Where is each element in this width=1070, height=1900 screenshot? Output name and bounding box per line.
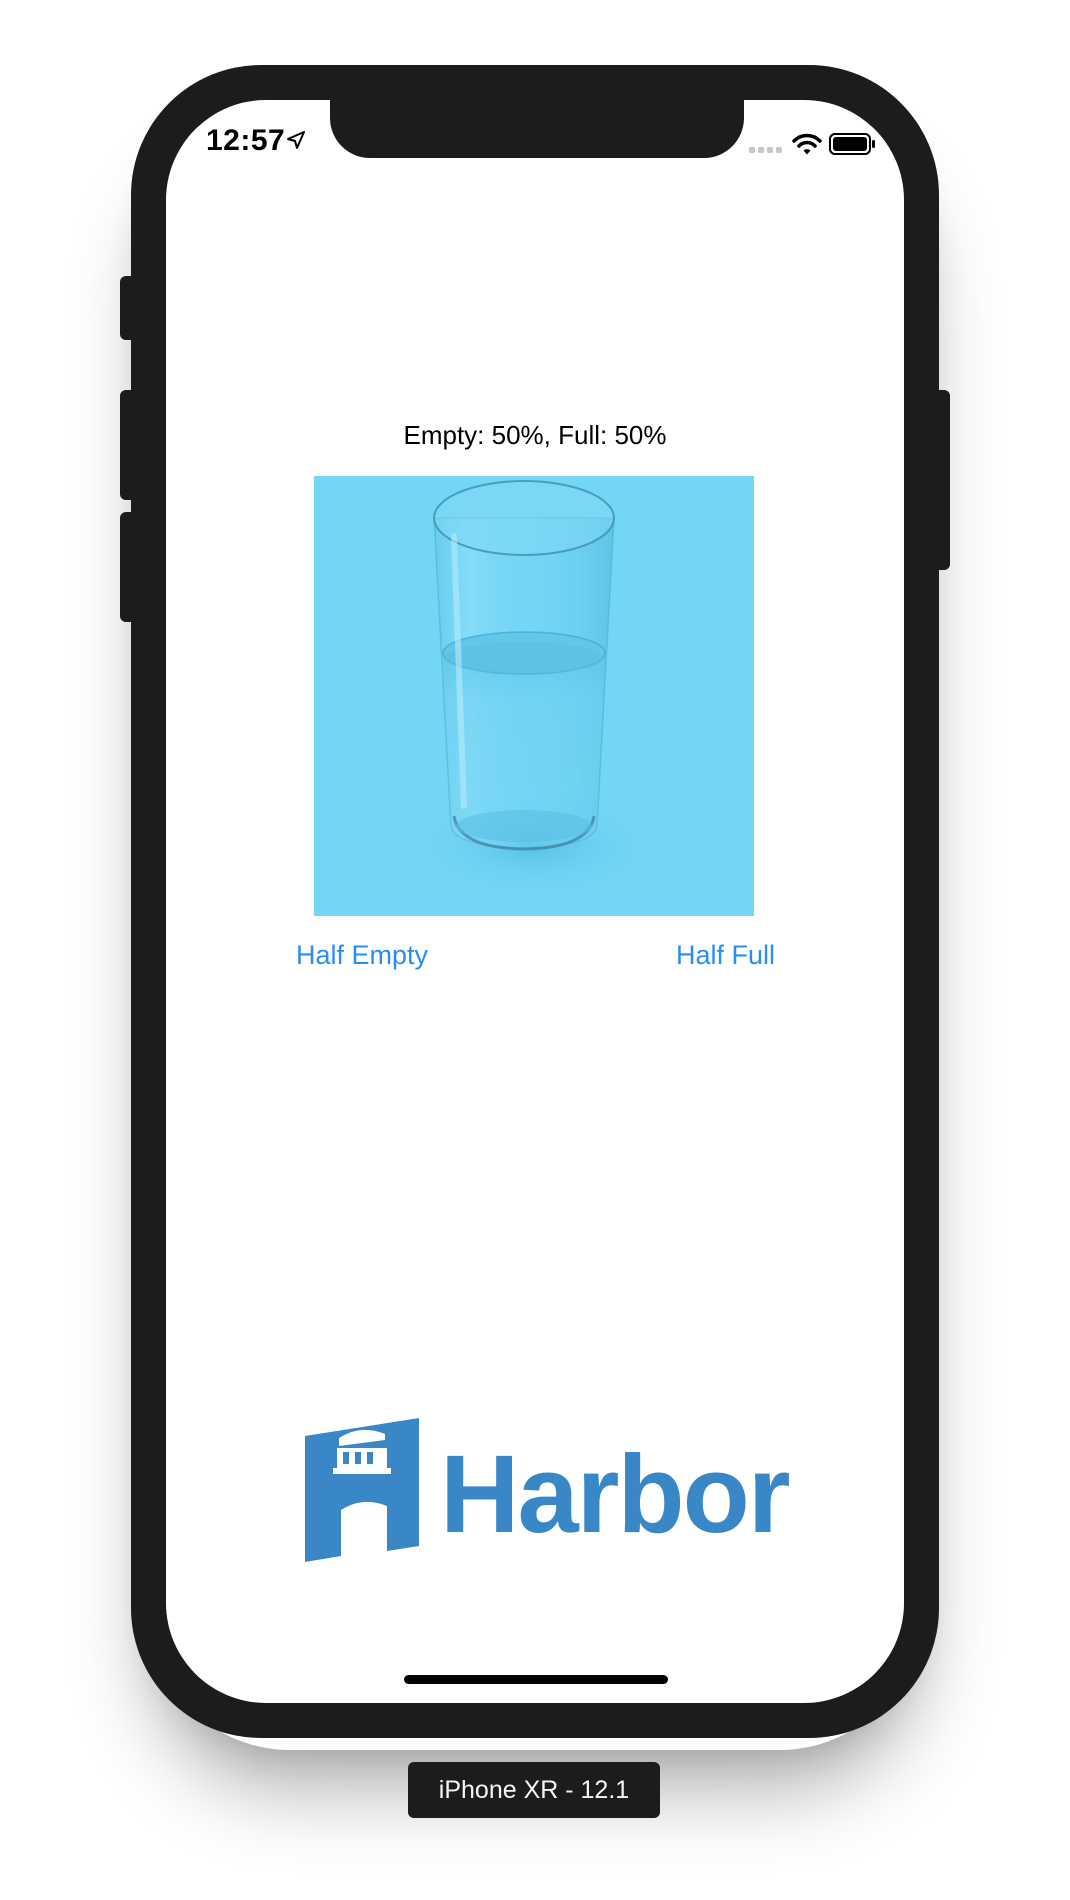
cellular-signal-icon — [749, 147, 782, 153]
half-empty-button[interactable]: Half Empty — [296, 940, 428, 971]
location-arrow-icon — [287, 131, 305, 149]
fill-percentage-label: Empty: 50%, Full: 50% — [403, 420, 667, 450]
harbor-logo-text: Harbor — [440, 1433, 791, 1556]
glass-image — [314, 476, 754, 916]
battery-icon — [829, 133, 875, 155]
harbor-logo: Harbor — [303, 1418, 791, 1578]
simulator-device-label: iPhone XR - 12.1 — [408, 1762, 660, 1818]
water-glass-illustration — [404, 480, 664, 901]
wifi-icon — [792, 133, 822, 155]
notch — [330, 100, 744, 158]
harbor-lighthouse-icon — [305, 1418, 419, 1562]
status-time: 12:57 — [206, 124, 286, 157]
home-indicator[interactable] — [404, 1675, 668, 1684]
simulator-stage: 12:57 Empty: 50%, Full: 50% Half Empty H… — [0, 0, 1070, 1900]
half-full-button[interactable]: Half Full — [676, 940, 775, 971]
phone-screen: 12:57 Empty: 50%, Full: 50% Half Empty H… — [166, 100, 904, 1703]
